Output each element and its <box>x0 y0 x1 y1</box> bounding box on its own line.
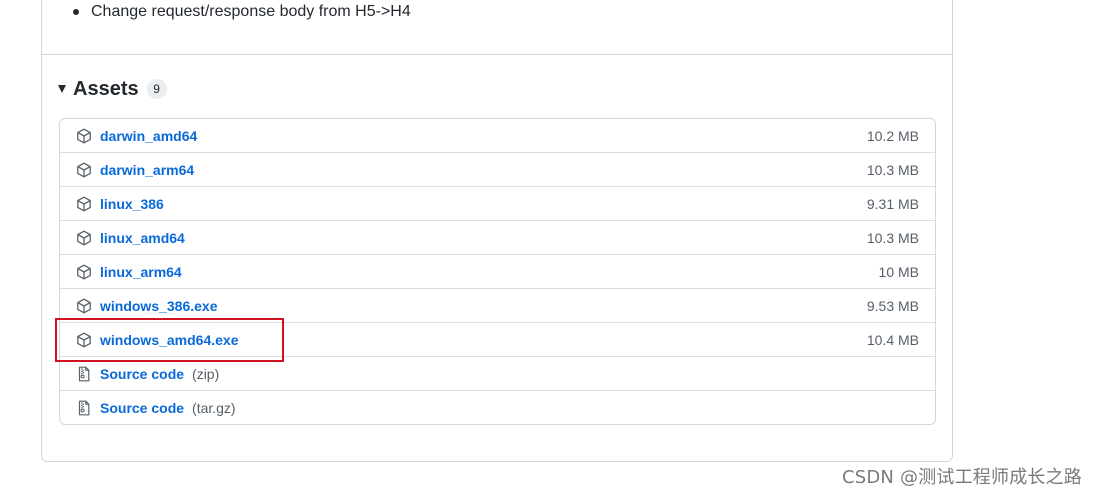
asset-size: 10 MB <box>878 263 919 280</box>
archive-format-label: (zip) <box>192 365 220 382</box>
package-icon <box>76 162 92 178</box>
asset-link-darwin-arm64[interactable]: darwin_arm64 <box>100 162 194 178</box>
asset-row: windows_386.exe 9.53 MB <box>60 288 935 322</box>
asset-row: linux_arm64 10 MB <box>60 254 935 288</box>
caret-down-icon[interactable] <box>58 85 66 93</box>
asset-row: linux_amd64 10.3 MB <box>60 220 935 254</box>
release-note-text: Change request/response body from H5->H4 <box>91 3 411 20</box>
release-note-item: Change request/response body from H5->H4 <box>73 1 411 23</box>
package-icon <box>76 332 92 348</box>
assets-title: Assets <box>73 77 139 100</box>
asset-size: 10.3 MB <box>866 229 919 246</box>
assets-toggle[interactable]: Assets 9 <box>58 77 167 101</box>
asset-size: 9.53 MB <box>866 297 919 314</box>
file-zip-icon <box>76 400 92 416</box>
asset-link-linux-arm64[interactable]: linux_arm64 <box>100 264 182 280</box>
bullet-icon <box>73 9 79 15</box>
asset-list: darwin_amd64 10.2 MB darwin_arm64 10.3 M… <box>59 118 936 425</box>
asset-row: Source code (tar.gz) <box>60 390 935 424</box>
asset-link-windows-amd64[interactable]: windows_amd64.exe <box>100 332 239 348</box>
asset-size: 10.2 MB <box>866 127 919 144</box>
asset-row: Source code (zip) <box>60 356 935 390</box>
source-code-zip-link[interactable]: Source code <box>100 366 184 382</box>
asset-size: 10.3 MB <box>866 161 919 178</box>
release-box: Change request/response body from H5->H4… <box>41 0 953 462</box>
package-icon <box>76 230 92 246</box>
asset-row: windows_amd64.exe 10.4 MB <box>60 322 935 356</box>
asset-link-darwin-amd64[interactable]: darwin_amd64 <box>100 128 197 144</box>
asset-row: linux_386 9.31 MB <box>60 186 935 220</box>
package-icon <box>76 196 92 212</box>
assets-count-badge: 9 <box>146 79 167 99</box>
asset-size: 9.31 MB <box>866 195 919 212</box>
archive-format-label: (tar.gz) <box>192 399 236 416</box>
package-icon <box>76 298 92 314</box>
asset-link-linux-amd64[interactable]: linux_amd64 <box>100 230 185 246</box>
asset-size: 10.4 MB <box>866 331 919 348</box>
source-code-targz-link[interactable]: Source code <box>100 400 184 416</box>
package-icon <box>76 264 92 280</box>
asset-row: darwin_arm64 10.3 MB <box>60 152 935 186</box>
asset-row: darwin_amd64 10.2 MB <box>60 119 935 152</box>
asset-link-windows-386[interactable]: windows_386.exe <box>100 298 218 314</box>
watermark: CSDN @测试工程师成长之路 <box>841 467 1082 488</box>
asset-link-linux-386[interactable]: linux_386 <box>100 196 164 212</box>
file-zip-icon <box>76 366 92 382</box>
package-icon <box>76 128 92 144</box>
release-notes: Change request/response body from H5->H4 <box>42 1 952 55</box>
